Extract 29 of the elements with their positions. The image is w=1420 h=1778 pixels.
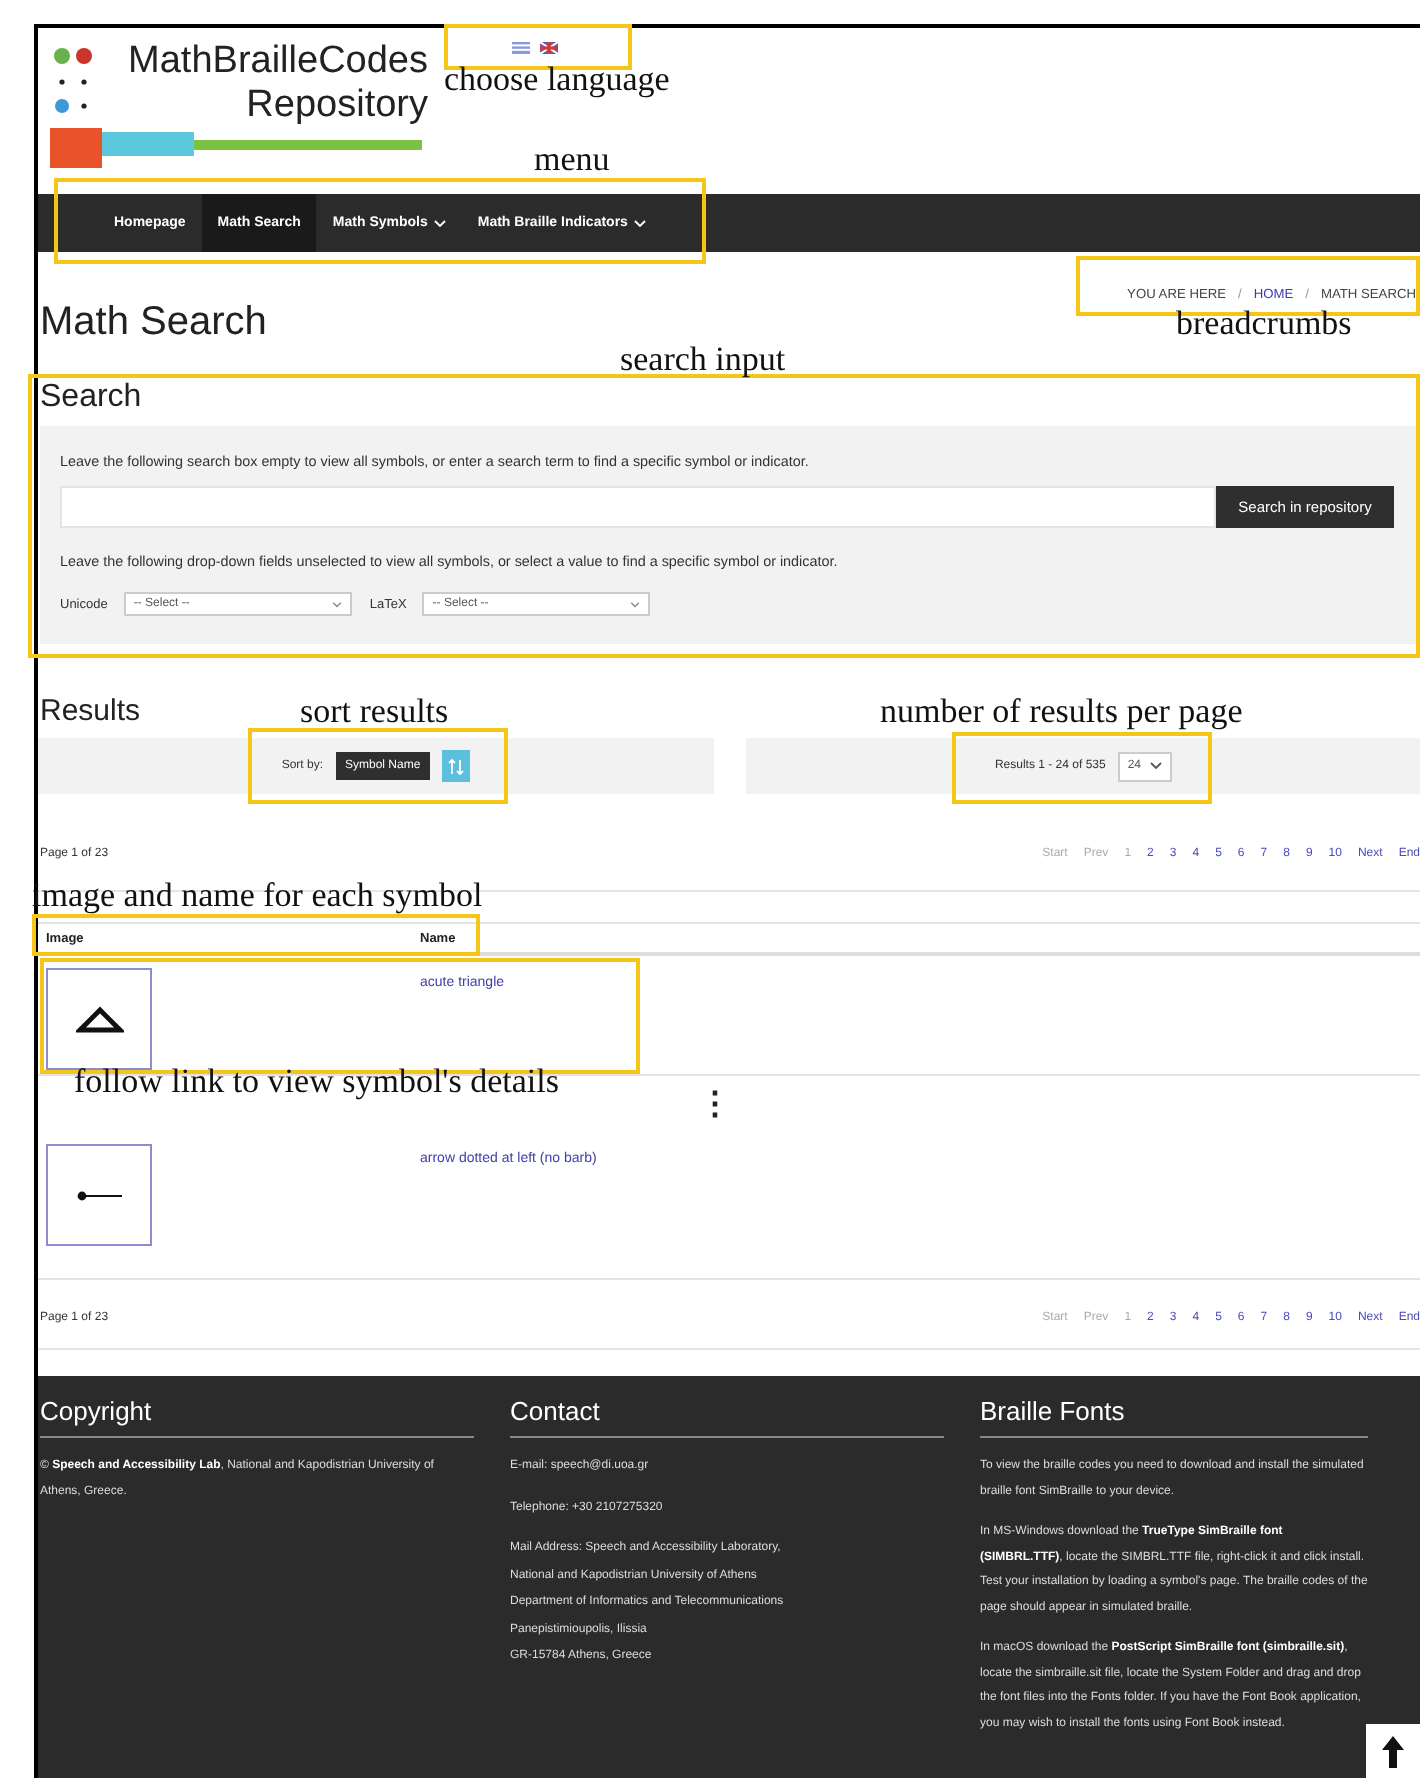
search-field[interactable] — [60, 486, 1216, 528]
up-arrow-icon — [1382, 1735, 1404, 1767]
footer-heading: Contact — [510, 1396, 944, 1438]
flag-icon[interactable] — [512, 42, 530, 54]
triangle-icon — [75, 1005, 123, 1033]
sort-order-button[interactable] — [442, 750, 471, 782]
caret-icon — [630, 601, 641, 607]
flag-icon[interactable] — [540, 42, 558, 54]
back-to-top-button[interactable] — [1366, 1724, 1420, 1778]
annotation-label: choose language — [444, 60, 670, 98]
section-title: Search — [38, 378, 144, 418]
logo-subtitle: Repository — [246, 84, 428, 128]
annotation-label: breadcrumbs — [1176, 304, 1352, 342]
dot-line-icon — [75, 1189, 123, 1201]
annotation-label: sort results — [300, 692, 449, 730]
section-title: Results — [38, 694, 141, 732]
annotation-label: menu — [534, 140, 610, 178]
sort-arrows-icon — [448, 757, 465, 775]
footer-heading: Copyright — [40, 1396, 474, 1438]
footer-heading: Braille Fonts — [980, 1396, 1368, 1438]
annotation-label: number of results per page — [880, 692, 1243, 730]
logo-title: MathBrailleCodes — [128, 40, 428, 84]
annotation-label: follow link to view symbol's details — [74, 1062, 559, 1100]
caret-icon — [331, 601, 342, 607]
symbol-image[interactable] — [46, 968, 152, 1070]
page-title: Math Search — [40, 300, 267, 348]
caret-icon — [1149, 762, 1162, 770]
annotation-label: search input — [620, 340, 786, 378]
more-rows-marker: ⋮ — [699, 1085, 731, 1125]
